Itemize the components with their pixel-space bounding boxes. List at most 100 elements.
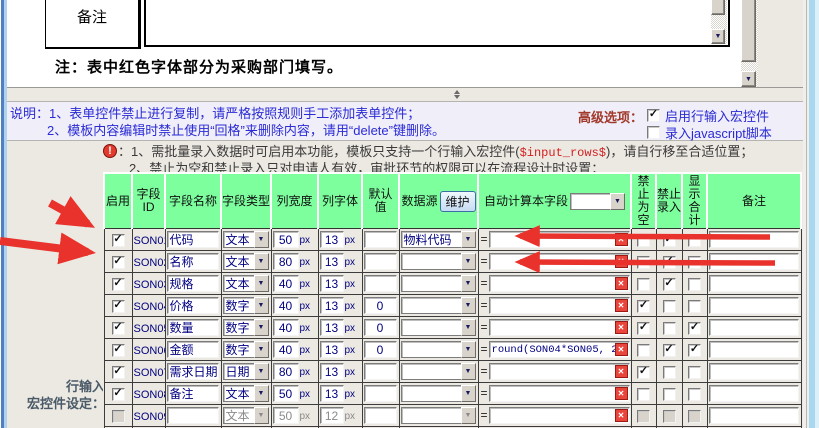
field-name-input[interactable]: 价格: [167, 297, 219, 314]
dropdown-arrow-icon[interactable]: ▼: [254, 253, 269, 270]
javascript-checkbox[interactable]: ✓: [647, 126, 660, 139]
row-remark-input[interactable]: [709, 231, 799, 248]
default-value-input[interactable]: 0: [364, 341, 397, 358]
dropdown-arrow-icon[interactable]: ▼: [461, 385, 476, 402]
row-enable-checkbox[interactable]: ✓: [112, 366, 125, 379]
col-width-input[interactable]: 40: [273, 341, 299, 358]
clear-formula-icon[interactable]: ✕: [615, 233, 628, 246]
auto-calc-input[interactable]: ✕: [489, 319, 630, 336]
enable-row-macro-checkbox[interactable]: ✓: [647, 109, 660, 122]
default-value-input[interactable]: [364, 363, 397, 380]
auto-calc-input[interactable]: ✕: [489, 363, 630, 380]
col-font-input[interactable]: 13: [320, 363, 344, 380]
clear-formula-icon[interactable]: ✕: [615, 343, 628, 356]
field-name-input[interactable]: 规格: [167, 275, 219, 292]
show-total-checkbox[interactable]: ✓: [688, 300, 701, 313]
field-type-combobox[interactable]: 数字▼: [223, 297, 269, 314]
field-type-combobox[interactable]: 文本▼: [223, 385, 269, 402]
auto-calc-input[interactable]: ✕: [489, 231, 630, 248]
row-enable-checkbox[interactable]: ✓: [112, 344, 125, 357]
dropdown-arrow-icon[interactable]: ▼: [461, 341, 476, 358]
show-total-checkbox[interactable]: ✓: [688, 256, 701, 269]
dropdown-arrow-icon[interactable]: ▼: [254, 385, 269, 402]
no-empty-checkbox[interactable]: ✓: [637, 366, 650, 379]
clear-formula-icon[interactable]: ✕: [615, 255, 628, 268]
row-enable-checkbox[interactable]: ✓: [112, 234, 125, 247]
field-type-combobox[interactable]: 数字▼: [223, 319, 269, 336]
clear-formula-icon[interactable]: ✕: [615, 277, 628, 290]
col-width-input[interactable]: 50: [273, 231, 299, 248]
dropdown-arrow-icon[interactable]: ▼: [461, 407, 476, 424]
col-width-input[interactable]: 40: [273, 275, 299, 292]
datasource-combobox[interactable]: ▼: [401, 407, 476, 424]
clear-formula-icon[interactable]: ✕: [615, 365, 628, 378]
row-remark-input[interactable]: [709, 385, 799, 402]
row-enable-checkbox[interactable]: ✓: [112, 388, 125, 401]
col-width-input[interactable]: 50: [273, 407, 299, 424]
col-width-input[interactable]: 80: [273, 363, 299, 380]
datasource-combobox[interactable]: ▼: [401, 363, 476, 380]
dropdown-arrow-icon[interactable]: ▼: [461, 363, 476, 380]
datasource-combobox[interactable]: ▼: [401, 319, 476, 336]
clear-formula-icon[interactable]: ✕: [615, 299, 628, 312]
no-input-checkbox[interactable]: ✓: [663, 300, 676, 313]
show-total-checkbox[interactable]: ✓: [688, 410, 701, 423]
row-remark-input[interactable]: [709, 253, 799, 270]
no-input-checkbox[interactable]: ✓: [663, 388, 676, 401]
no-empty-checkbox[interactable]: ✓: [637, 322, 650, 335]
row-enable-checkbox[interactable]: ✓: [112, 278, 125, 291]
auto-calc-input[interactable]: ✕: [489, 385, 630, 402]
default-value-input[interactable]: 0: [364, 319, 397, 336]
remark-textarea[interactable]: ▼: [144, 0, 730, 47]
datasource-combobox[interactable]: ▼: [401, 385, 476, 402]
field-name-input[interactable]: 备注: [167, 385, 219, 402]
dropdown-arrow-icon[interactable]: ▼: [254, 319, 269, 336]
auto-calc-input[interactable]: ✕: [489, 407, 630, 424]
show-total-checkbox[interactable]: ✓: [688, 322, 701, 335]
col-font-input[interactable]: 13: [320, 385, 344, 402]
dropdown-arrow-icon[interactable]: ▼: [254, 407, 269, 424]
row-remark-input[interactable]: [709, 407, 799, 424]
dropdown-arrow-icon[interactable]: ▼: [254, 231, 269, 248]
field-type-combobox[interactable]: 文本▼: [223, 231, 269, 248]
col-font-input[interactable]: 13: [320, 341, 344, 358]
field-name-input[interactable]: 数量: [167, 319, 219, 336]
field-type-combobox[interactable]: 数字▼: [223, 341, 269, 358]
page-scrollbar[interactable]: ▼: [741, 0, 758, 87]
col-font-input[interactable]: 13: [320, 253, 344, 270]
no-empty-checkbox[interactable]: ✓: [637, 300, 650, 313]
field-name-input[interactable]: 金额: [167, 341, 219, 358]
col-width-input[interactable]: 40: [273, 297, 299, 314]
datasource-combobox[interactable]: ▼: [401, 341, 476, 358]
textarea-scroll-down-icon[interactable]: ▼: [711, 29, 725, 44]
row-enable-checkbox[interactable]: ✓: [112, 300, 125, 313]
show-total-checkbox[interactable]: ✓: [688, 278, 701, 291]
col-font-input[interactable]: 12: [320, 407, 344, 424]
default-value-input[interactable]: [364, 275, 397, 292]
auto-calc-header-combobox[interactable]: ▼: [570, 193, 625, 210]
no-input-checkbox[interactable]: ✓: [663, 410, 676, 423]
page-scroll-down-icon[interactable]: ▼: [741, 71, 756, 87]
col-font-input[interactable]: 13: [320, 297, 344, 314]
dropdown-arrow-icon[interactable]: ▼: [461, 319, 476, 336]
col-font-input[interactable]: 13: [320, 275, 344, 292]
show-total-checkbox[interactable]: ✓: [688, 344, 701, 357]
no-input-checkbox[interactable]: ✓: [663, 344, 676, 357]
default-value-input[interactable]: [364, 407, 397, 424]
clear-formula-icon[interactable]: ✕: [615, 387, 628, 400]
no-empty-checkbox[interactable]: ✓: [637, 344, 650, 357]
auto-calc-input[interactable]: ✕: [489, 275, 630, 292]
field-type-combobox[interactable]: 日期▼: [223, 363, 269, 380]
no-empty-checkbox[interactable]: ✓: [637, 234, 650, 247]
field-name-input[interactable]: 代码: [167, 231, 219, 248]
textarea-scrollbar-thumb[interactable]: [711, 0, 725, 15]
field-name-input[interactable]: 名称: [167, 253, 219, 270]
col-font-input[interactable]: 13: [320, 319, 344, 336]
no-input-checkbox[interactable]: ✓: [663, 322, 676, 335]
page-scrollbar-thumb[interactable]: [741, 0, 756, 62]
show-total-checkbox[interactable]: ✓: [688, 234, 701, 247]
default-value-input[interactable]: [364, 253, 397, 270]
no-input-checkbox[interactable]: ✓: [663, 234, 676, 247]
datasource-combobox[interactable]: ▼: [401, 253, 476, 270]
no-empty-checkbox[interactable]: ✓: [637, 410, 650, 423]
